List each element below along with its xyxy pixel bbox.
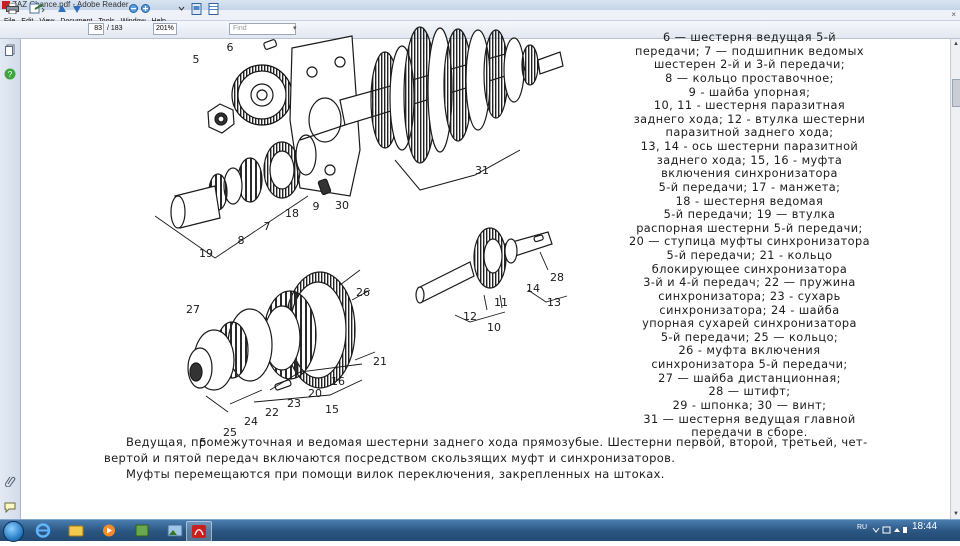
body-paragraph: Ведущая, промежуточная и ведомая шестерн… [104,434,874,482]
callout-26: 26 [356,286,370,299]
callout-14: 14 [526,282,540,295]
legend-line: 9 - шайба упорная; [688,85,811,99]
start-button[interactable] [3,521,24,542]
spring-23-drawing [274,379,292,391]
scroll-up-icon[interactable]: ▲ [952,40,960,48]
legend-line: 10, 11 - шестерня паразитная [653,99,846,113]
legend-line: включения синхронизатора [661,167,838,181]
synchronizer-assembly-drawing [187,269,376,391]
legend-line: 3-й и 4-й передач; 22 — пружина [643,276,856,290]
callout-18: 18 [285,207,299,220]
callout-20: 20 [308,387,322,400]
legend-line: 5-й передачи; 19 — втулка [663,208,836,222]
legend-line: заднего хода; 15, 16 - муфта [656,153,843,167]
key-part [263,39,278,50]
taskbar-adobe-reader-icon[interactable] [186,521,212,542]
taskbar-media-player-icon[interactable] [97,521,121,540]
taskbar-explorer-icon[interactable] [64,521,88,540]
callout-30: 30 [335,199,349,212]
legend-line: блокирующее синхронизатора [651,262,848,276]
legend-line: 18 - шестерня ведомая [675,194,824,208]
taskbar-images-icon[interactable] [163,521,187,540]
callout-11: 11 [494,296,508,309]
callout-6: 6 [227,41,234,54]
callout-27: 27 [186,303,200,316]
legend-line: 29 - шпонка; 30 — винт; [672,398,827,412]
legend-line: 20 — ступица муфты синхронизатора [628,235,871,249]
comment-icon[interactable] [4,501,16,513]
close-document-icon[interactable]: × [951,10,956,20]
body-line: Муфты перемещаются при помощи вилок пере… [126,467,665,481]
legend-line: распорная шестерни 5-й передачи; [636,221,863,235]
attachment-icon[interactable] [4,475,16,487]
legend-line: 6 — шестерня ведущая 5-й [662,31,837,44]
callout-23: 23 [287,397,301,410]
legend-line: синхронизатора; 24 - шайба [659,303,840,317]
callout-10: 10 [487,321,501,334]
legend-line: 5-й передачи; 25 — кольцо; [660,330,839,344]
language-indicator[interactable]: RU [857,524,867,531]
nut-5-drawing [207,103,235,134]
body-line: Ведущая, промежуточная и ведомая шестерн… [126,435,868,449]
scrollbar-thumb[interactable] [952,79,960,107]
legend-line: 27 — шайба дистанционная; [658,371,841,385]
callout-15: 15 [325,403,339,416]
figure-legend: 6 — шестерня ведущая 5-й передачи; 7 — п… [598,31,901,440]
exploded-gearbox-diagram: 6 5 31 18 9 30 8 7 19 28 14 11 12 13 10 … [154,26,568,449]
legend-line: упорная сухарей синхронизатора [642,317,857,331]
main-shaft-drawing [339,26,564,191]
legend-line: заднего хода; 12 - втулка шестерни [633,112,866,126]
callout-22: 22 [265,406,279,419]
sleeve-19-drawing [170,185,221,229]
callout-12: 12 [463,310,477,323]
taskbar-app-icon[interactable] [130,521,154,540]
legend-line: 28 — штифт; [708,385,791,399]
legend-line: шестерен 2-й и 3-й передачи; [653,58,846,72]
legend-line: 8 — кольцо проставочное; [665,71,834,85]
scroll-down-icon[interactable]: ▼ [952,510,960,518]
callout-21: 21 [373,355,387,368]
callout-31: 31 [475,164,489,177]
callout-9: 9 [313,200,320,213]
tray-icons[interactable] [872,525,908,535]
callout-19: 19 [199,247,213,260]
legend-line: 31 — шестерня ведущая главной [643,412,856,426]
body-line: вертой и пятой передач включаются посред… [104,451,676,465]
callout-8: 8 [238,234,245,247]
vertical-scrollbar[interactable]: ▲ ▼ [950,39,960,519]
gear-6-drawing [231,64,293,126]
taskbar: RU [0,519,960,542]
legend-line: 5-й передачи; 17 - манжета; [658,180,841,194]
callout-16: 16 [331,375,345,388]
taskbar-clock[interactable]: 18:44 [912,521,937,533]
callout-24: 24 [244,415,258,428]
legend-line: синхронизатора; 23 - сухарь [658,289,841,303]
callout-5: 5 [193,53,200,66]
legend-line: паразитной заднего хода; [665,126,834,140]
legend-line: 5-й передачи; 21 - кольцо [666,249,833,262]
taskbar-ie-icon[interactable] [31,521,55,540]
legend-line: 13, 14 - ось шестерни паразитной [640,140,859,153]
callout-28: 28 [550,271,564,284]
callout-7: 7 [264,220,271,233]
legend-line: передачи; 7 — подшипник ведомых [635,44,864,58]
legend-line: синхронизатора 5-й передачи; [651,358,848,371]
callout-13: 13 [547,296,561,309]
legend-line: 26 - муфта включения [678,344,821,358]
